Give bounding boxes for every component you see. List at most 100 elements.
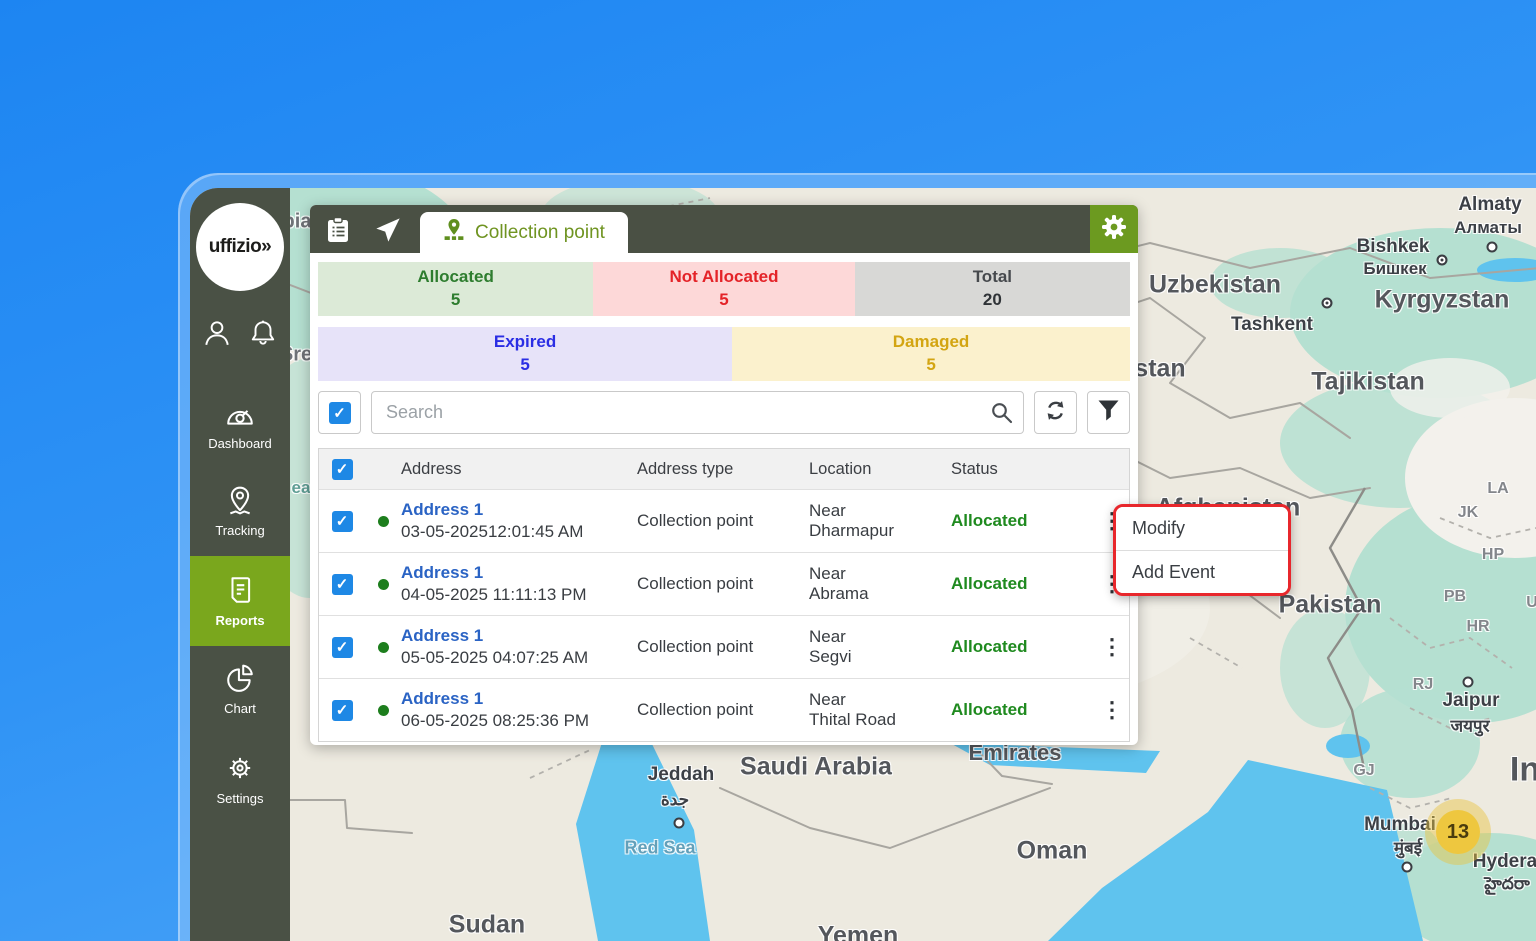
collection-point-panel: Collection point Allocated — [310, 205, 1138, 745]
map-label-state-cut: U — [1526, 594, 1536, 612]
address-link[interactable]: Address 1 — [401, 563, 637, 583]
status-badge: Allocated — [951, 574, 1093, 594]
map-label-city: Jaipur — [1442, 690, 1499, 712]
stat-label: Not Allocated — [670, 266, 779, 289]
row-checkbox[interactable]: ✓ — [332, 637, 353, 658]
sidebar-item-settings[interactable]: Settings — [190, 742, 290, 816]
select-all-toggle[interactable]: ✓ — [318, 391, 361, 434]
status-dot — [378, 642, 389, 653]
map-label-cut: bia — [290, 211, 311, 234]
city-marker-bishkek — [1437, 255, 1448, 266]
column-header-location[interactable]: Location — [809, 460, 951, 479]
map-label-cut: Sre — [290, 344, 312, 367]
column-header-address[interactable]: Address — [401, 460, 637, 479]
navigation-arrow-icon[interactable] — [374, 216, 402, 249]
stat-value: 5 — [719, 289, 728, 312]
stat-expired[interactable]: Expired 5 — [318, 327, 732, 381]
map-label-country: Uzbekistan — [1149, 271, 1281, 300]
map-label-country: Pakistan — [1279, 591, 1382, 620]
location-line1: Near — [809, 501, 951, 521]
map-label-country: Saudi Arabia — [740, 753, 892, 782]
collection-point-pin-icon — [443, 218, 465, 247]
search-icon[interactable] — [990, 401, 1013, 429]
settings-gear-icon — [225, 753, 255, 786]
refresh-button[interactable] — [1034, 391, 1077, 434]
panel-toolbar: Collection point — [310, 205, 1138, 253]
map-label-state: HP — [1482, 546, 1504, 564]
refresh-icon — [1043, 398, 1068, 428]
status-dot — [378, 705, 389, 716]
column-header-status[interactable]: Status — [951, 460, 1093, 479]
row-actions-kebab-icon[interactable]: ⋮ — [1093, 703, 1131, 717]
address-datetime: 05-05-2025 04:07:25 AM — [401, 648, 637, 668]
notification-bell-icon[interactable] — [248, 318, 278, 353]
cluster-count: 13 — [1436, 810, 1480, 854]
table-row[interactable]: ✓ Address 1 03-05-202512:01:45 AM Collec… — [319, 489, 1129, 552]
map-label-country: Kyrgyzstan — [1375, 286, 1510, 315]
map-label-city-native: Алматы — [1454, 218, 1522, 238]
address-datetime: 03-05-202512:01:45 AM — [401, 522, 637, 542]
address-link[interactable]: Address 1 — [401, 626, 637, 646]
map-cluster[interactable]: 13 — [1425, 799, 1491, 865]
map-label-state: RJ — [1413, 676, 1433, 694]
filter-button[interactable] — [1087, 391, 1130, 434]
stat-damaged[interactable]: Damaged 5 — [732, 327, 1130, 381]
sidebar-item-dashboard[interactable]: Dashboard — [190, 388, 290, 462]
filter-funnel-icon — [1097, 399, 1120, 427]
user-icon[interactable] — [202, 318, 232, 353]
table-row[interactable]: ✓ Address 1 06-05-2025 08:25:36 PM Colle… — [319, 678, 1129, 741]
search-input[interactable] — [371, 391, 1024, 434]
tab-collection-point[interactable]: Collection point — [420, 212, 628, 253]
row-checkbox[interactable]: ✓ — [332, 511, 353, 532]
map-label-city-native: जयपुर — [1450, 714, 1489, 737]
city-marker-tashkent — [1322, 298, 1333, 309]
stat-not-allocated[interactable]: Not Allocated 5 — [593, 262, 854, 316]
sidebar-item-chart[interactable]: Chart — [190, 652, 290, 726]
map-label-city-native: Бишкек — [1363, 259, 1426, 279]
context-menu-item-add-event[interactable]: Add Event — [1116, 550, 1288, 593]
sidebar-item-reports[interactable]: Reports — [190, 556, 290, 646]
table-row[interactable]: ✓ Address 1 04-05-2025 11:11:13 PM Colle… — [319, 552, 1129, 615]
stat-value: 20 — [983, 289, 1002, 312]
header-select-all-checkbox[interactable]: ✓ — [332, 459, 353, 480]
location-line1: Near — [809, 690, 951, 710]
map-label-cut: ea — [292, 478, 311, 498]
gear-icon — [1101, 214, 1127, 245]
row-checkbox[interactable]: ✓ — [332, 574, 353, 595]
context-menu-item-modify[interactable]: Modify — [1116, 507, 1288, 550]
address-datetime: 06-05-2025 08:25:36 PM — [401, 711, 637, 731]
status-badge: Allocated — [951, 700, 1093, 720]
location-line1: Near — [809, 564, 951, 584]
address-link[interactable]: Address 1 — [401, 500, 637, 520]
map-label-state: LA — [1487, 480, 1508, 498]
map-label-country-cut: stan — [1134, 355, 1185, 384]
stat-label: Allocated — [417, 266, 494, 289]
table-header-row: ✓ Address Address type Location Status — [319, 449, 1129, 489]
sidebar-item-tracking[interactable]: Tracking — [190, 474, 290, 548]
address-link[interactable]: Address 1 — [401, 689, 637, 709]
panel-settings-button[interactable] — [1090, 205, 1138, 253]
location-line2: Dharmapur — [809, 521, 951, 541]
map-label-state: JK — [1458, 504, 1478, 522]
stat-total[interactable]: Total 20 — [855, 262, 1130, 316]
sidebar-item-label: Dashboard — [208, 436, 272, 451]
sidebar-item-label: Chart — [224, 701, 256, 716]
select-all-checkbox[interactable]: ✓ — [329, 402, 351, 424]
clipboard-list-icon[interactable] — [325, 216, 351, 248]
sidebar-nav: Dashboard Tracking — [190, 388, 290, 816]
row-actions-kebab-icon[interactable]: ⋮ — [1093, 640, 1131, 654]
stat-allocated[interactable]: Allocated 5 — [318, 262, 593, 316]
row-checkbox[interactable]: ✓ — [332, 700, 353, 721]
status-badge: Allocated — [951, 511, 1093, 531]
map-label-state: PB — [1444, 588, 1466, 606]
map-label-country: Sudan — [449, 911, 525, 940]
stat-label: Damaged — [893, 331, 970, 354]
column-header-address-type[interactable]: Address type — [637, 460, 809, 479]
dashboard-icon — [225, 400, 255, 431]
address-type-cell: Collection point — [637, 574, 809, 594]
map-label-city: Jeddah — [648, 764, 715, 786]
table-row[interactable]: ✓ Address 1 05-05-2025 04:07:25 AM Colle… — [319, 615, 1129, 678]
tab-label: Collection point — [475, 222, 605, 244]
location-line1: Near — [809, 627, 951, 647]
row-context-menu: Modify Add Event — [1113, 504, 1291, 596]
